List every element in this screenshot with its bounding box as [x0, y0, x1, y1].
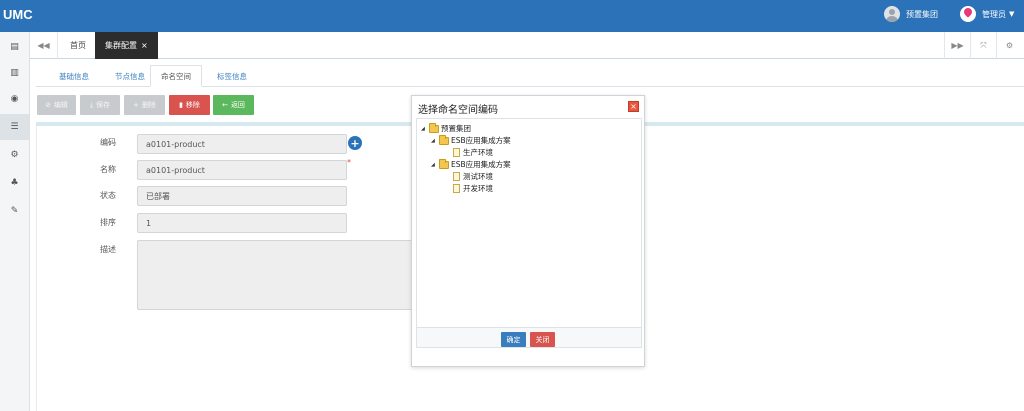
file-icon — [453, 172, 460, 181]
user-menu[interactable]: 管理员 ▼ — [960, 6, 1014, 22]
delete-button[interactable]: + 删除 — [124, 95, 165, 115]
scroll-left-icon[interactable]: ◀◀ — [30, 32, 58, 59]
description-field[interactable] — [137, 240, 417, 310]
folder-open-icon — [429, 122, 439, 133]
expand-triangle-icon[interactable]: ◢ — [421, 126, 429, 132]
scroll-right-icon[interactable]: ▶▶ — [944, 32, 970, 59]
close-button[interactable]: 关闭 — [530, 332, 555, 347]
status-label: 状态 — [100, 191, 116, 200]
tree-node-root[interactable]: ◢ 预置集团 — [421, 122, 471, 134]
dialog-title: 选择命名空间编码 — [418, 105, 498, 116]
app-logo[interactable]: UMC — [3, 7, 33, 22]
order-field[interactable]: 1 — [137, 213, 347, 233]
id-card-icon[interactable]: ▤ — [0, 34, 29, 60]
save-button[interactable]: ⤓ 保存 — [80, 95, 120, 115]
group-name: 预置集团 — [906, 9, 938, 19]
select-namespace-icon[interactable]: + — [348, 136, 362, 150]
pencil-icon: ⊘ — [45, 101, 51, 109]
remove-button-label: 移除 — [185, 101, 200, 109]
namespace-tree: ◢ 预置集团 ◢ ESB应用集成方案 生产环境 ◢ ESB应用集成方案 测试环境… — [416, 118, 642, 328]
tab-close-icon[interactable]: × — [141, 41, 148, 50]
save-button-label: 保存 — [96, 101, 111, 109]
sitemap-icon[interactable]: ♣ — [0, 170, 29, 196]
remove-button[interactable]: ▮ 移除 — [169, 95, 210, 115]
edit-button-label: 编辑 — [53, 101, 68, 109]
edit-button[interactable]: ⊘ 编辑 — [37, 95, 76, 115]
tree-node-production[interactable]: 生产环境 — [453, 147, 493, 158]
tree-node-test-label: 测试环境 — [463, 172, 493, 181]
group-switcher[interactable]: 预置集团 — [884, 6, 938, 22]
tab-home-label: 首页 — [70, 41, 86, 50]
description-label: 描述 — [100, 245, 116, 254]
dialog-footer — [416, 328, 642, 348]
tree-node-group-2[interactable]: ◢ ESB应用集成方案 — [431, 158, 511, 170]
expand-triangle-icon[interactable]: ◢ — [431, 138, 439, 144]
name-label: 名称 — [100, 165, 116, 174]
caret-down-icon: ▼ — [1009, 10, 1015, 18]
sidebar: ▤ ▥ ◉ ☰ ⚙ ♣ ✎ — [0, 32, 30, 411]
location-pin-icon — [960, 6, 976, 22]
gear-icon[interactable]: ⚙ — [0, 142, 29, 168]
tree-node-root-label: 预置集团 — [441, 124, 471, 133]
back-button-label: 返回 — [230, 101, 245, 109]
file-icon — [453, 184, 460, 193]
arrow-left-icon: ← — [222, 101, 228, 109]
tree-node-dev-label: 开发环境 — [463, 184, 493, 193]
subtab-namespace[interactable]: 命名空间 — [150, 65, 202, 87]
tree-node-production-label: 生产环境 — [463, 148, 493, 157]
eye-icon[interactable]: ◉ — [0, 86, 29, 112]
list-icon[interactable]: ☰ — [0, 114, 29, 140]
tree-node-group-2-label: ESB应用集成方案 — [451, 160, 511, 169]
settings-icon[interactable]: ⚙ — [996, 32, 1022, 59]
order-label: 排序 — [100, 218, 116, 227]
fullscreen-icon[interactable]: ⤧ — [970, 32, 996, 59]
code-label: 编码 — [100, 138, 116, 147]
user-avatar-icon — [884, 6, 900, 22]
dialog-close-icon[interactable]: × — [628, 101, 639, 112]
required-marker: * — [347, 158, 351, 167]
download-icon: ⤓ — [89, 100, 94, 109]
bank-icon[interactable]: ▥ — [0, 60, 29, 86]
tree-node-group-1[interactable]: ◢ ESB应用集成方案 — [431, 134, 511, 146]
trash-icon: ▮ — [179, 101, 183, 109]
tab-cluster-config[interactable]: 集群配置 × — [95, 32, 158, 59]
folder-open-icon — [439, 158, 449, 169]
namespace-picker-dialog: 选择命名空间编码 × ◢ 预置集团 ◢ ESB应用集成方案 生产环境 ◢ ESB… — [411, 95, 645, 367]
tab-cluster-config-label: 集群配置 — [105, 41, 137, 50]
delete-button-label: 删除 — [141, 101, 156, 109]
subtab-tag-info[interactable]: 标签信息 — [208, 65, 256, 87]
plus-icon: + — [133, 101, 139, 109]
wrench-icon[interactable]: ✎ — [0, 198, 29, 224]
tree-node-group-1-label: ESB应用集成方案 — [451, 136, 511, 145]
top-navbar: UMC 预置集团 管理员 ▼ — [0, 0, 1024, 32]
folder-open-icon — [439, 134, 449, 145]
page-tab-bar: ◀◀ 首页 集群配置 × ▶▶ ⤧ ⚙ — [30, 32, 1024, 59]
file-icon — [453, 148, 460, 157]
tab-home[interactable]: 首页 — [60, 32, 96, 59]
user-name: 管理员 — [982, 9, 1006, 19]
code-field[interactable]: a0101-product — [137, 134, 347, 154]
back-button[interactable]: ← 返回 — [213, 95, 254, 115]
tree-node-dev[interactable]: 开发环境 — [453, 183, 493, 194]
name-field[interactable]: a0101-product — [137, 160, 347, 180]
expand-triangle-icon[interactable]: ◢ — [431, 162, 439, 168]
status-field[interactable]: 已部署 — [137, 186, 347, 206]
tree-node-test[interactable]: 测试环境 — [453, 171, 493, 182]
confirm-button[interactable]: 确定 — [501, 332, 526, 347]
